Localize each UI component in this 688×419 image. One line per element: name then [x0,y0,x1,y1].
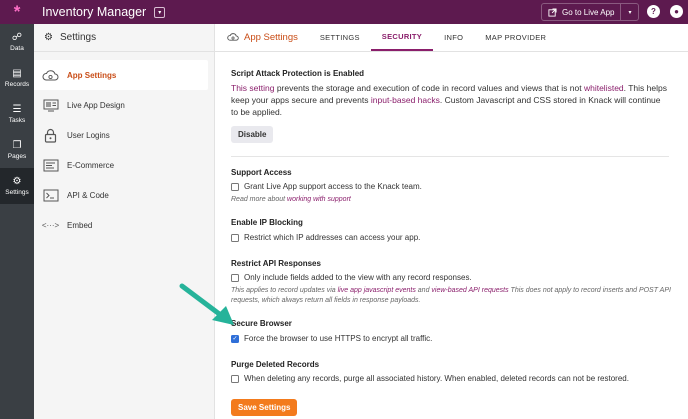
tab-info[interactable]: INFO [433,23,474,51]
ip-blocking-checkbox[interactable] [231,233,239,242]
whitelisted-link[interactable]: whitelisted [584,83,624,93]
ip-blocking-label: Restrict which IP addresses can access y… [244,233,421,242]
rail-item-label: Pages [7,152,27,160]
records-icon: ▤ [12,67,22,79]
embed-code-icon: <···> [41,220,60,230]
support-access-label: Grant Live App support access to the Kna… [244,182,422,191]
live-app-javascript-events-link[interactable]: live app javascript events [338,287,416,294]
secure-browser-heading: Secure Browser [231,319,292,328]
purge-records-label: When deleting any records, purge all ass… [244,374,629,383]
this-setting-link[interactable]: This setting [231,83,274,93]
external-link-icon [548,7,557,17]
tab-settings[interactable]: SETTINGS [309,23,371,51]
gear-icon: ⚙ [12,175,22,187]
sidebar-item-label: User Logins [67,130,110,140]
tab-map-provider[interactable]: MAP PROVIDER [474,23,557,51]
view-based-api-requests-link[interactable]: view-based API requests [431,287,508,294]
working-with-support-link[interactable]: working with support [287,196,351,203]
app-title: Inventory Manager [42,5,147,19]
go-to-live-app-label: Go to Live App [562,7,615,17]
script-protection-description: This setting prevents the storage and ex… [231,82,669,118]
secure-browser-row: ✓ Force the browser to use HTTPS to encr… [231,334,432,343]
sidebar-item-label: API & Code [67,190,109,200]
support-access-checkbox[interactable] [231,182,239,191]
save-settings-button[interactable]: Save Settings [231,399,298,416]
restrict-api-label: Only include fields added to the view wi… [244,273,472,282]
gear-icon: ⚙ [44,32,53,43]
ip-blocking-heading: Enable IP Blocking [231,218,303,227]
sidebar-item-api-code[interactable]: API & Code [34,180,214,210]
security-panel: Script Attack Protection is Enabled This… [215,52,688,419]
note-text: This applies to record updates via [231,287,338,294]
settings-sidebar-header: ⚙ Settings [34,24,214,52]
app-settings-heading-label: App Settings [244,31,298,43]
settings-tab-bar: App Settings SETTINGS SECURITY INFO MAP … [215,24,688,52]
tab-security[interactable]: SECURITY [370,23,434,51]
cloud-gear-icon [42,68,59,83]
rail-item-settings[interactable]: ⚙ Settings [0,168,34,204]
section-divider [231,156,669,157]
sidebar-item-live-app-design[interactable]: Live App Design [34,90,214,120]
restrict-api-heading: Restrict API Responses [231,259,321,268]
monitor-design-icon [42,98,59,113]
go-to-live-app-button[interactable]: Go to Live App [542,4,620,20]
knack-logo-icon[interactable]: * [0,0,34,24]
live-app-dropdown-chevron-icon[interactable]: ▾ [620,4,638,20]
note-text: and [415,287,432,294]
sidebar-item-label: Embed [67,220,93,230]
support-access-heading: Support Access [231,168,292,177]
support-access-row: Grant Live App support access to the Kna… [231,182,422,191]
secure-browser-label: Force the browser to use HTTPS to encryp… [244,334,433,343]
user-account-icon[interactable]: ● [670,5,683,18]
description-text: prevents the storage and execution of co… [274,83,584,93]
sidebar-item-label: Live App Design [67,100,125,110]
rail-item-label: Tasks [8,116,26,124]
pages-icon: ❐ [12,139,22,151]
sidebar-item-app-settings[interactable]: App Settings [34,60,208,90]
disable-button[interactable]: Disable [231,126,274,143]
purge-records-checkbox[interactable] [231,374,239,383]
sidebar-item-label: E-Commerce [67,160,115,170]
support-access-note: Read more about working with support [231,195,671,205]
annotation-arrow-icon [179,283,234,325]
ecommerce-form-icon [42,158,59,173]
sidebar-item-e-commerce[interactable]: E-Commerce [34,150,214,180]
rail-item-label: Settings [5,188,29,196]
rail-item-pages[interactable]: ❐ Pages [0,132,34,168]
rail-item-label: Data [10,44,24,52]
lock-icon [42,128,59,143]
rail-item-tasks[interactable]: ☰ Tasks [0,96,34,132]
data-icon: ☍ [11,31,23,43]
tasks-icon: ☰ [12,103,22,115]
help-icon[interactable]: ? [647,5,660,18]
rail-item-records[interactable]: ▤ Records [0,60,34,96]
main-nav-rail: ☍ Data ▤ Records ☰ Tasks ❐ Pages ⚙ Setti… [0,24,34,419]
rail-item-data[interactable]: ☍ Data [0,24,34,60]
restrict-api-row: Only include fields added to the view wi… [231,273,472,282]
settings-sidebar-title: Settings [59,32,97,43]
terminal-icon [42,188,59,203]
script-protection-heading: Script Attack Protection is Enabled [231,69,365,78]
purge-records-row: When deleting any records, purge all ass… [231,374,629,383]
app-menu-chevron-down-icon[interactable]: ▾ [154,6,166,18]
live-app-button-group: Go to Live App ▾ [541,3,640,21]
restrict-api-note: This applies to record updates via live … [231,286,671,306]
settings-sidebar: ⚙ Settings App Settings Live App Design … [34,24,215,419]
note-text: Read more about [231,196,288,203]
purge-records-heading: Purge Deleted Records [231,360,320,369]
rail-item-label: Records [4,80,30,88]
sidebar-item-label: App Settings [67,70,117,80]
sidebar-item-user-logins[interactable]: User Logins [34,120,214,150]
secure-browser-checkbox[interactable]: ✓ [231,334,239,343]
app-settings-heading: App Settings [215,23,309,51]
cloud-gear-icon [227,33,239,41]
input-based-hacks-link[interactable]: input-based hacks [371,95,440,105]
ip-blocking-row: Restrict which IP addresses can access y… [231,233,420,242]
top-bar: * Inventory Manager ▾ Go to Live App ▾ ?… [0,0,688,24]
sidebar-item-embed[interactable]: <···> Embed [34,210,214,240]
